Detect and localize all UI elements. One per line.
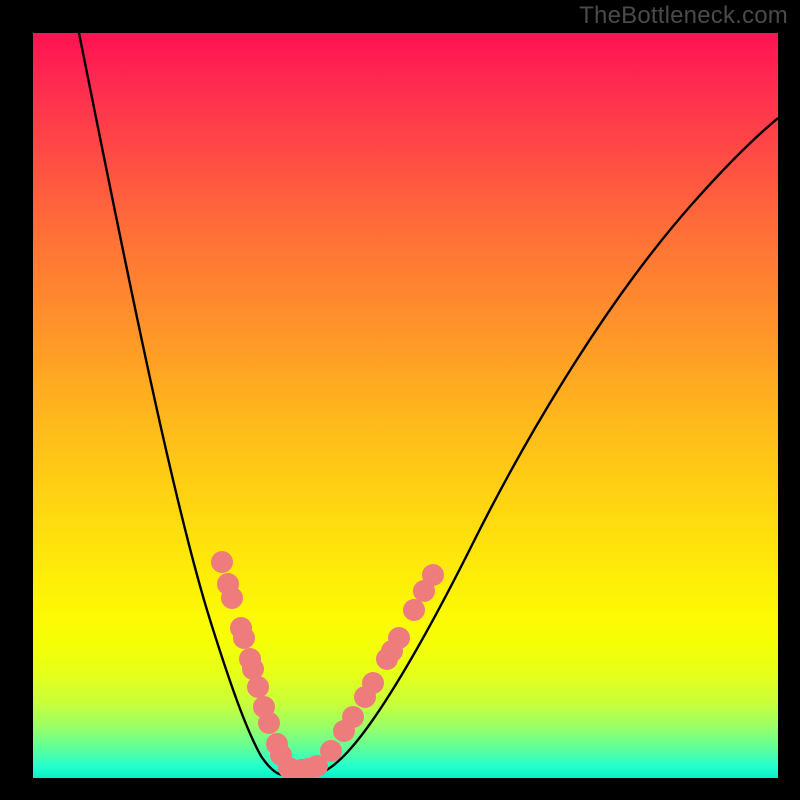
data-dot: [422, 564, 444, 586]
data-dot: [388, 627, 410, 649]
chart-frame: TheBottleneck.com: [0, 0, 800, 800]
plot-area: [33, 33, 778, 778]
data-dot: [342, 706, 364, 728]
data-dot: [247, 676, 269, 698]
chart-svg: [33, 33, 778, 778]
data-dot: [221, 587, 243, 609]
bottleneck-curve: [79, 33, 778, 777]
data-dot: [320, 740, 342, 762]
data-dot: [211, 551, 233, 573]
data-dot: [362, 672, 384, 694]
data-dot: [233, 627, 255, 649]
watermark-text: TheBottleneck.com: [579, 2, 788, 30]
data-dot: [258, 712, 280, 734]
data-dot: [403, 599, 425, 621]
